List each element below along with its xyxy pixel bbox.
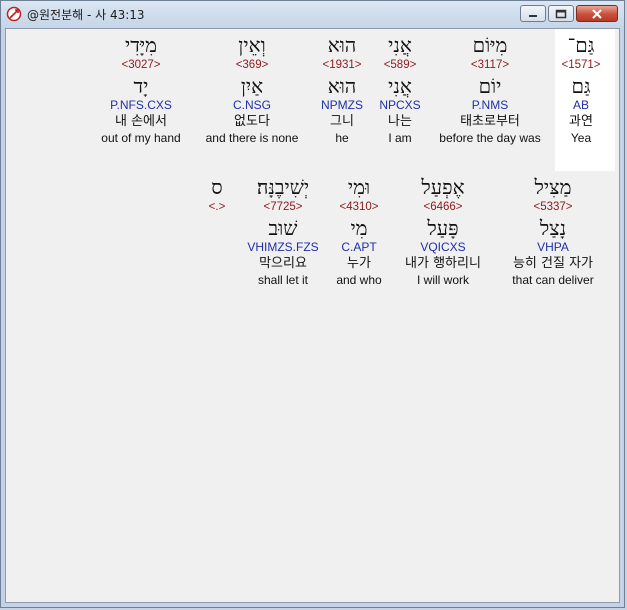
close-button[interactable] bbox=[576, 5, 618, 22]
morphology-code[interactable]: NPCXS bbox=[379, 98, 420, 114]
english-gloss: I will work bbox=[416, 273, 469, 287]
morphology-code[interactable]: NPMZS bbox=[321, 98, 363, 114]
morphology-code[interactable]: VHPA bbox=[512, 240, 593, 256]
korean-gloss: 태초로부터 bbox=[460, 114, 520, 129]
korean-gloss: 과연 bbox=[569, 114, 593, 129]
lemma: נָצַל bbox=[539, 216, 567, 240]
word-column[interactable]: אֶפְעַל <6466> פָּעַל VQICXS 내가 행하리니 I w… bbox=[405, 174, 481, 287]
lemma: אֲנִי bbox=[388, 74, 412, 98]
korean-gloss: 그니 bbox=[330, 114, 354, 129]
hebrew-word: מַצִּיל bbox=[534, 175, 572, 199]
word-column[interactable]: מִיּוֹם <3117> יוֹם P.NMS 태초로부터 before t… bbox=[439, 32, 540, 145]
hebrew-word: מִיָּדִי bbox=[125, 33, 157, 57]
strong-number[interactable]: <1931> bbox=[321, 58, 363, 74]
word-column[interactable]: יְשִׁיבֶנָּה׃ <7725> שׁוּב VHIMZS.FZS 막으… bbox=[247, 174, 318, 287]
korean-gloss: 막으리요 bbox=[259, 256, 307, 271]
hebrew-word: גַּם־ bbox=[567, 33, 595, 57]
lemma: שׁוּב bbox=[268, 216, 298, 240]
app-window: @원전분해 - 사 43:13 גַּם־ <1571> גַּם AB 과연 … bbox=[0, 0, 625, 608]
english-gloss: and who bbox=[336, 273, 382, 287]
lemma: גַּם bbox=[571, 74, 591, 98]
morphology-code[interactable]: P.NMS bbox=[439, 98, 540, 114]
maximize-icon bbox=[555, 9, 567, 18]
hebrew-word: ס bbox=[211, 175, 223, 199]
word-column[interactable]: וּמִי <4310> מִי C.APT 누가 and who bbox=[336, 174, 381, 287]
lemma: יוֹם bbox=[478, 74, 502, 98]
interlinear-panel: גַּם־ <1571> גַּם AB 과연 Yea מִיּוֹם <311… bbox=[5, 28, 620, 603]
strong-number[interactable]: <4310> bbox=[336, 200, 381, 216]
word-column[interactable]: מַצִּיל <5337> נָצַל VHPA 능히 건질 자가 that … bbox=[512, 174, 593, 287]
window-title: @원전분해 - 사 43:13 bbox=[27, 7, 145, 22]
lemma: יָד bbox=[133, 74, 149, 98]
word-column[interactable]: גַּם־ <1571> גַּם AB 과연 Yea bbox=[561, 32, 600, 145]
english-gloss: before the day was bbox=[439, 131, 541, 145]
hebrew-word: אֲנִי bbox=[388, 33, 412, 57]
word-column[interactable]: ס <.> bbox=[209, 174, 226, 216]
strong-number[interactable]: <3117> bbox=[439, 58, 540, 74]
strong-number[interactable]: <6466> bbox=[405, 200, 481, 216]
morphology-code[interactable]: AB bbox=[561, 98, 600, 114]
word-column[interactable]: וְאֵין <369> אַיִן C.NSG 없도다 and there i… bbox=[206, 32, 299, 145]
korean-gloss: 내 손에서 bbox=[115, 114, 167, 129]
lemma: הוּא bbox=[327, 74, 357, 98]
hebrew-word: מִיּוֹם bbox=[472, 33, 508, 57]
hebrew-word: הוּא bbox=[327, 33, 357, 57]
minimize-icon bbox=[529, 14, 537, 17]
strong-number[interactable]: <7725> bbox=[247, 200, 318, 216]
english-gloss: Yea bbox=[570, 131, 592, 145]
korean-gloss: 없도다 bbox=[234, 114, 270, 129]
korean-gloss: 나는 bbox=[388, 114, 412, 129]
english-gloss: he bbox=[335, 131, 349, 145]
strong-number[interactable]: <1571> bbox=[561, 58, 600, 74]
hebrew-word: וּמִי bbox=[347, 175, 371, 199]
lemma: פָּעַל bbox=[427, 216, 459, 240]
word-column[interactable]: אֲנִי <589> אֲנִי NPCXS 나는 I am bbox=[379, 32, 420, 145]
morphology-code[interactable]: P.NFS.CXS bbox=[101, 98, 180, 114]
korean-gloss: 내가 행하리니 bbox=[405, 256, 481, 271]
lemma: אַיִן bbox=[240, 74, 264, 98]
word-column[interactable]: מִיָּדִי <3027> יָד P.NFS.CXS 내 손에서 out … bbox=[101, 32, 180, 145]
title-bar[interactable]: @원전분해 - 사 43:13 bbox=[1, 1, 624, 27]
korean-gloss: 누가 bbox=[347, 256, 371, 271]
maximize-button[interactable] bbox=[548, 5, 574, 22]
app-icon bbox=[5, 5, 23, 23]
close-icon bbox=[592, 8, 602, 19]
lemma: מִי bbox=[350, 216, 368, 240]
strong-number[interactable]: <5337> bbox=[512, 200, 593, 216]
morphology-code[interactable]: C.NSG bbox=[206, 98, 299, 114]
minimize-button[interactable] bbox=[520, 5, 546, 22]
hebrew-word: אֶפְעַל bbox=[421, 175, 465, 199]
english-gloss: and there is none bbox=[205, 131, 299, 145]
strong-number[interactable]: <.> bbox=[209, 200, 226, 216]
strong-number[interactable]: <3027> bbox=[101, 58, 180, 74]
english-gloss: out of my hand bbox=[101, 131, 181, 145]
korean-gloss: 능히 건질 자가 bbox=[512, 256, 594, 271]
english-gloss: shall let it bbox=[257, 273, 309, 287]
morphology-code[interactable]: VQICXS bbox=[405, 240, 481, 256]
strong-number[interactable]: <369> bbox=[206, 58, 299, 74]
hebrew-word: וְאֵין bbox=[238, 33, 266, 57]
strong-number[interactable]: <589> bbox=[379, 58, 420, 74]
morphology-code[interactable]: C.APT bbox=[336, 240, 381, 256]
morphology-code[interactable]: VHIMZS.FZS bbox=[247, 240, 318, 256]
english-gloss: that can deliver bbox=[512, 273, 594, 287]
english-gloss: I am bbox=[388, 131, 412, 145]
hebrew-word: יְשִׁיבֶנָּה׃ bbox=[256, 175, 310, 199]
word-column[interactable]: הוּא <1931> הוּא NPMZS 그니 he bbox=[321, 32, 363, 145]
